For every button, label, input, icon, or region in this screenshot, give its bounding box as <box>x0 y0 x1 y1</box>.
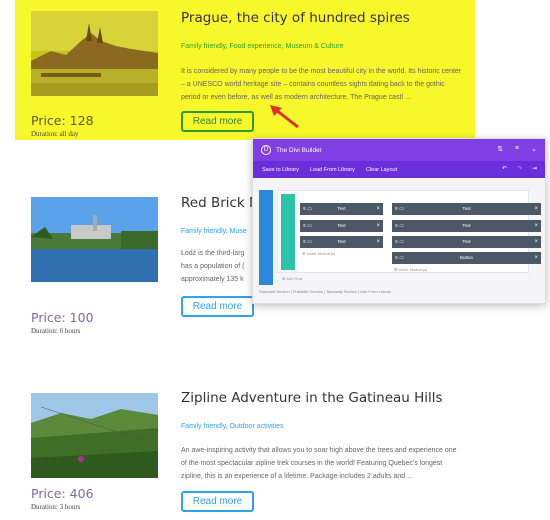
divi-toolbar: Save to Library Load From Library Clear … <box>253 161 545 178</box>
section-handle[interactable] <box>259 190 273 285</box>
collapse-icon[interactable]: ⌄ <box>531 145 537 153</box>
text-module[interactable]: ≡ ▭ Text × <box>300 203 383 215</box>
tour-price: Price: 406 <box>31 486 94 501</box>
text-module[interactable]: ≡ ▭ Text × <box>300 236 383 248</box>
tour-title[interactable]: Red Brick M <box>181 195 261 211</box>
zipline-thumbnail[interactable] <box>31 393 158 478</box>
tour-title[interactable]: Prague, the city of hundred spires <box>181 10 410 26</box>
tour-description: An awe-inspiring activity that allows yo… <box>181 447 457 480</box>
read-more-button[interactable]: Read more <box>181 296 254 317</box>
tour-card-zipline: Price: 406 Duration: 3 hours Zipline Adv… <box>0 385 550 520</box>
button-module[interactable]: ≡ ▭ Button × <box>392 252 541 264</box>
redo-icon[interactable]: ↷ <box>517 165 522 172</box>
save-to-library-button[interactable]: Save to Library <box>262 167 299 173</box>
divi-title: The Divi Builder <box>276 146 322 154</box>
read-more-button[interactable]: Read more <box>181 491 254 512</box>
load-from-library-button[interactable]: Load From Library <box>310 167 355 173</box>
red-brick-thumbnail[interactable] <box>31 197 158 282</box>
tour-description: It is considered by many people to be th… <box>181 68 462 101</box>
tour-price: Price: 128 <box>31 113 94 128</box>
tour-tags[interactable]: Family friendly, Food experience, Museum… <box>181 43 344 50</box>
prague-thumbnail[interactable] <box>31 11 158 96</box>
undo-icon[interactable]: ↶ <box>502 165 507 172</box>
tour-tags[interactable]: Family friendly, Outdoor activities <box>181 423 284 430</box>
divi-canvas: ≡ ▭ Text × ≡ ▭ Text × ≡ ▭ Text × ⊞ Insert Modu… <box>259 190 541 290</box>
tour-duration: Duration: 3 hours <box>31 503 81 511</box>
add-row-link[interactable]: ⊞ Add Row <box>282 276 302 281</box>
clear-layout-button[interactable]: Clear Layout <box>366 167 397 173</box>
pointer-arrow-icon <box>270 105 299 129</box>
read-more-button[interactable]: Read more <box>181 111 254 132</box>
text-module[interactable]: ≡ ▭ Text × <box>300 220 383 232</box>
tour-card-prague: Price: 128 Duration: all day Prague, the… <box>0 0 550 160</box>
divi-builder-panel: D The Divi Builder ⇅ ≡ ⌄ Save to Library… <box>252 138 546 304</box>
divi-footer-links[interactable]: Standard Section | Fullwidth Section | S… <box>259 289 391 294</box>
exit-icon[interactable]: ⇥ <box>532 165 537 172</box>
menu-icon[interactable]: ≡ <box>515 145 519 153</box>
tour-tags[interactable]: Family friendly, Muse <box>181 228 247 235</box>
tour-duration: Duration: 6 hours <box>31 327 81 335</box>
row-container: ≡ ▭ Text × ≡ ▭ Text × ≡ ▭ Text × ⊞ Insert Modu… <box>277 190 541 273</box>
sort-icon[interactable]: ⇅ <box>497 145 503 153</box>
insert-modules-link[interactable]: ⊞ Insert Module(s) <box>302 251 335 256</box>
text-module[interactable]: ≡ ▭ Text × <box>392 220 541 232</box>
text-module[interactable]: ≡ ▭ Text × <box>392 236 541 248</box>
tour-price: Price: 100 <box>31 310 94 325</box>
divi-header: D The Divi Builder ⇅ ≡ ⌄ <box>253 139 545 161</box>
divi-logo-icon: D <box>261 145 271 155</box>
tour-title[interactable]: Zipline Adventure in the Gatineau Hills <box>181 390 443 406</box>
tour-duration: Duration: all day <box>31 130 79 138</box>
row-handle[interactable] <box>281 194 295 270</box>
text-module[interactable]: ≡ ▭ Text × <box>392 203 541 215</box>
insert-modules-link[interactable]: ⊞ Insert Module(s) <box>394 267 427 272</box>
